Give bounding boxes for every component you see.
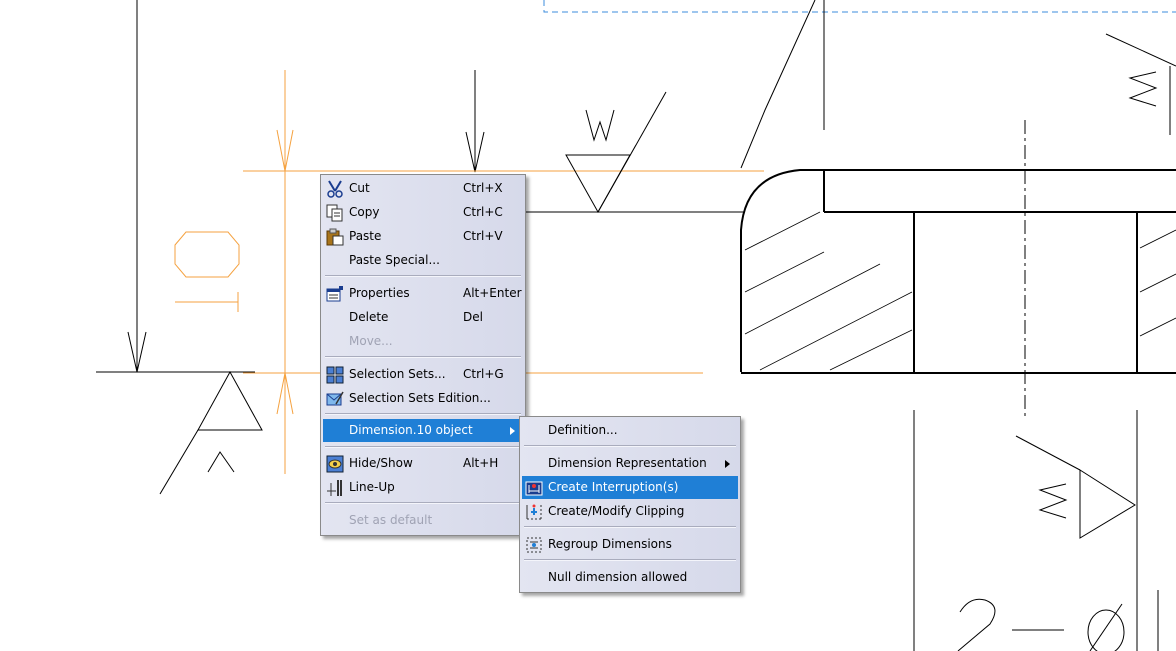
menu-separator xyxy=(524,445,736,447)
menu-item-label: Line-Up xyxy=(349,480,395,494)
menu-item-properties[interactable]: Properties Alt+Enter xyxy=(323,282,523,305)
context-menu: Cut Ctrl+X Copy Ctrl+C Paste Ctrl+V Past… xyxy=(320,174,526,536)
menu-item-label: Cut xyxy=(349,181,370,195)
menu-item-copy[interactable]: Copy Ctrl+C xyxy=(323,201,523,224)
menu-item-line-up[interactable]: Line-Up xyxy=(323,476,523,499)
submenu-item-create-interruptions[interactable]: Create Interruption(s) xyxy=(522,476,738,499)
submenu-item-null-dimension-allowed[interactable]: Null dimension allowed xyxy=(522,566,738,589)
menu-item-label: Regroup Dimensions xyxy=(548,537,672,551)
copy-icon xyxy=(326,204,344,222)
dimension-submenu: Definition... Dimension Representation C… xyxy=(519,416,741,593)
menu-item-shortcut: Ctrl+X xyxy=(463,181,503,195)
create-interruption-icon xyxy=(525,479,543,497)
weld-symbol xyxy=(525,91,745,214)
menu-item-label: Paste xyxy=(349,229,382,243)
menu-item-move: Move... xyxy=(323,330,523,353)
menu-item-selection-sets-edition[interactable]: Selection Sets Edition... xyxy=(323,387,523,410)
menu-item-cut[interactable]: Cut Ctrl+X xyxy=(323,177,523,200)
menu-separator xyxy=(325,502,521,504)
menu-separator xyxy=(325,275,521,277)
menu-item-selection-sets[interactable]: Selection Sets... Ctrl+G xyxy=(323,363,523,386)
menu-item-label: Move... xyxy=(349,334,393,348)
menu-item-label: Create Interruption(s) xyxy=(548,480,679,494)
submenu-item-definition[interactable]: Definition... xyxy=(522,419,738,442)
menu-item-shortcut: Del xyxy=(463,310,483,324)
menu-item-delete[interactable]: Delete Del xyxy=(323,306,523,329)
regroup-dimensions-icon xyxy=(525,536,543,554)
menu-separator xyxy=(325,413,521,415)
submenu-item-create-modify-clipping[interactable]: Create/Modify Clipping xyxy=(522,500,738,523)
properties-icon xyxy=(326,285,344,303)
selection-box-outline xyxy=(543,0,1176,13)
menu-separator xyxy=(325,446,521,448)
menu-item-shortcut: Alt+H xyxy=(463,456,499,470)
clipping-icon xyxy=(525,503,543,521)
menu-item-label: Dimension Representation xyxy=(548,456,707,470)
selection-sets-edition-icon xyxy=(326,390,344,408)
menu-item-paste-special[interactable]: Paste Special... xyxy=(323,249,523,272)
menu-item-shortcut: Ctrl+V xyxy=(463,229,503,243)
menu-item-dimension-object[interactable]: Dimension.10 object xyxy=(323,419,523,442)
part-section xyxy=(740,0,1176,651)
menu-item-label: Create/Modify Clipping xyxy=(548,504,685,518)
menu-item-label: Dimension.10 object xyxy=(349,423,473,437)
line-up-icon xyxy=(326,479,344,497)
leader-arrow-center xyxy=(465,70,485,173)
hole-callout xyxy=(957,598,1125,651)
menu-item-label: Selection Sets... xyxy=(349,367,446,381)
scissors-icon xyxy=(326,180,344,198)
menu-separator xyxy=(325,356,521,358)
menu-item-hide-show[interactable]: Hide/Show Alt+H xyxy=(323,452,523,475)
menu-item-label: Null dimension allowed xyxy=(548,570,688,584)
submenu-arrow-icon xyxy=(725,460,730,468)
menu-separator xyxy=(524,526,736,528)
submenu-arrow-icon xyxy=(510,427,515,435)
menu-item-shortcut: Ctrl+G xyxy=(463,367,504,381)
leader-arrow-left xyxy=(127,0,147,373)
menu-item-label: Delete xyxy=(349,310,389,324)
menu-item-shortcut: Alt+Enter xyxy=(463,286,522,300)
menu-item-label: Properties xyxy=(349,286,410,300)
menu-item-label: Hide/Show xyxy=(349,456,413,470)
menu-separator xyxy=(524,559,736,561)
submenu-item-regroup-dimensions[interactable]: Regroup Dimensions xyxy=(522,533,738,556)
menu-item-label: Set as default xyxy=(349,513,433,527)
surface-symbol-right-mid xyxy=(1015,435,1136,539)
menu-item-label: Copy xyxy=(349,205,380,219)
surface-symbol-right-top xyxy=(1105,33,1176,135)
paste-icon xyxy=(326,228,344,246)
menu-item-label: Selection Sets Edition... xyxy=(349,391,491,405)
hide-show-icon xyxy=(326,455,344,473)
surface-symbol-left xyxy=(159,370,263,495)
submenu-item-dimension-representation[interactable]: Dimension Representation xyxy=(522,452,738,475)
menu-item-label: Definition... xyxy=(548,423,618,437)
menu-item-set-as-default: Set as default xyxy=(323,509,523,532)
menu-item-label: Paste Special... xyxy=(349,253,440,267)
menu-item-paste[interactable]: Paste Ctrl+V xyxy=(323,225,523,248)
selection-sets-icon xyxy=(326,366,344,384)
menu-item-shortcut: Ctrl+C xyxy=(463,205,503,219)
